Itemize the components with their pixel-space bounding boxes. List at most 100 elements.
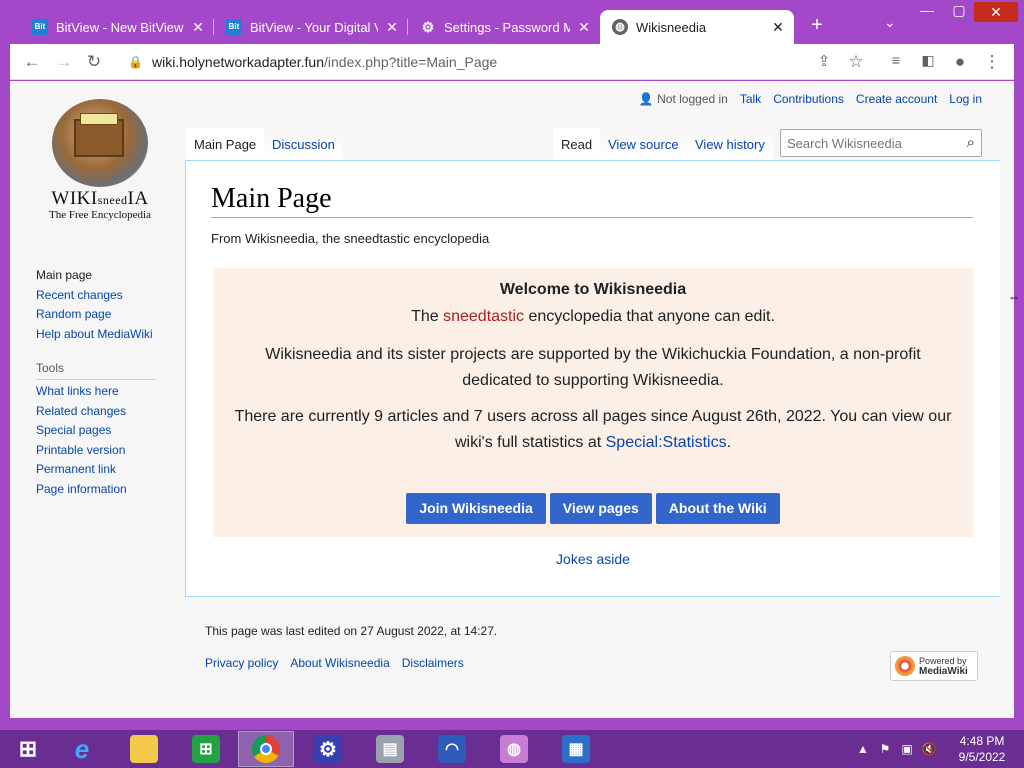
powered-by-mediawiki-badge[interactable]: Powered by MediaWiki	[890, 651, 978, 681]
welcome-box: Welcome to Wikisneedia The sneedtastic e…	[213, 268, 973, 537]
wordmark-small: sneed	[97, 193, 128, 207]
content-area: Main Page From Wikisneedia, the sneedtas…	[185, 160, 1000, 597]
profile-icon[interactable]: ●	[950, 52, 970, 72]
sidebar-item-related-changes[interactable]: Related changes	[36, 402, 166, 422]
sidebar-item-what-links-here[interactable]: What links here	[36, 382, 166, 402]
window-close-icon[interactable]: ✕	[974, 2, 1018, 22]
database-icon: ◍	[500, 735, 528, 763]
about-the-wiki-button[interactable]: About the Wiki	[655, 493, 780, 524]
browser-tab-1[interactable]: Bit BitView - New BitView 2 ✕	[20, 10, 214, 44]
close-icon[interactable]: ✕	[576, 19, 592, 36]
star-icon[interactable]: ☆	[846, 52, 866, 72]
resize-cursor-icon: ⇔	[1008, 290, 1020, 304]
taskbar-ie[interactable]: e	[54, 731, 110, 767]
taskbar-store[interactable]: ⊞	[178, 731, 234, 767]
join-wikisneedia-button[interactable]: Join Wikisneedia	[406, 493, 546, 524]
browser-tab-3[interactable]: ⚙ Settings - Password Man ✕	[408, 10, 600, 44]
jokes-aside-link[interactable]: Jokes aside	[186, 551, 1000, 567]
about-wikisneedia-link[interactable]: About Wikisneedia	[290, 656, 389, 670]
tab-main-page[interactable]: Main Page	[186, 128, 265, 161]
logo-sign	[80, 113, 118, 125]
privacy-policy-link[interactable]: Privacy policy	[205, 656, 278, 670]
windows-taskbar: ⊞ e ⊞ ⚙ ▤ ◠ ◍ ▦ ▲ ⚑ ▣ 🔇 4:48 PM 9/5/2022	[0, 730, 1024, 768]
tab-title: BitView - New BitView 2	[56, 19, 184, 35]
tab-read[interactable]: Read	[553, 128, 601, 161]
disclaimers-link[interactable]: Disclaimers	[402, 656, 464, 670]
close-icon[interactable]: ✕	[190, 19, 206, 36]
forward-icon[interactable]: →	[54, 52, 74, 72]
gear-icon: ⚙	[314, 735, 342, 763]
url-host: wiki.holynetworkadapter.fun	[152, 54, 324, 70]
sidebar-item-page-information[interactable]: Page information	[36, 480, 166, 500]
taskbar-app[interactable]: ▤	[362, 731, 418, 767]
taskbar-document[interactable]: ▦	[548, 731, 604, 767]
browser-tab-2[interactable]: Bit BitView - Your Digital Vi ✕	[214, 10, 408, 44]
search-input[interactable]: Search Wikisneedia ⌕	[780, 129, 982, 157]
line3-post: .	[726, 434, 732, 451]
maximize-icon[interactable]: ▢	[944, 2, 974, 19]
sidebar-item-permanent-link[interactable]: Permanent link	[36, 460, 166, 480]
personal-tools: 👤 Not logged in Talk Contributions Creat…	[639, 92, 982, 106]
log-in-link[interactable]: Log in	[949, 92, 982, 106]
bitview-icon: Bit	[226, 19, 242, 35]
system-tray: ▲ ⚑ ▣ 🔇 4:48 PM 9/5/2022	[852, 730, 1024, 768]
contributions-link[interactable]: Contributions	[773, 92, 844, 106]
view-pages-button[interactable]: View pages	[549, 493, 652, 524]
new-tab-icon[interactable]: +	[806, 14, 828, 37]
chevron-up-icon[interactable]: ▲	[852, 742, 874, 756]
welcome-line-1: The sneedtastic encyclopedia that anyone…	[213, 308, 973, 326]
windows-logo-icon: ⊞	[18, 736, 38, 761]
bitview-icon: Bit	[32, 19, 48, 35]
tab-title: Settings - Password Man	[444, 19, 570, 35]
side-panel-icon[interactable]: ◧	[918, 52, 938, 69]
network-icon[interactable]: ▣	[896, 742, 918, 756]
sidebar-item-help[interactable]: Help about MediaWiki	[36, 325, 166, 345]
gear-icon: ⚙	[421, 19, 435, 35]
media-control-icon[interactable]: ≡	[886, 52, 906, 68]
page-subtitle: From Wikisneedia, the sneedtastic encycl…	[211, 231, 490, 246]
sidebar-item-random-page[interactable]: Random page	[36, 305, 166, 325]
sidebar-item-main-page[interactable]: Main page	[36, 266, 166, 286]
powered-by-line2: MediaWiki	[919, 665, 968, 677]
user-icon: 👤	[638, 92, 654, 106]
tab-view-source[interactable]: View source	[600, 128, 687, 161]
sidebar-item-printable-version[interactable]: Printable version	[36, 441, 166, 461]
browser-tab-active[interactable]: ◍ Wikisneedia ✕	[600, 10, 794, 44]
reload-icon[interactable]: ↻	[84, 52, 104, 72]
tab-view-history[interactable]: View history	[687, 128, 773, 161]
taskbar-chrome[interactable]	[238, 731, 294, 767]
sidebar-item-recent-changes[interactable]: Recent changes	[36, 286, 166, 306]
volume-muted-icon[interactable]: 🔇	[918, 742, 940, 756]
menu-icon[interactable]: ⋮	[982, 52, 1002, 72]
address-bar[interactable]: 🔒 wiki.holynetworkadapter.fun/index.php?…	[128, 50, 848, 74]
sidebar-item-special-pages[interactable]: Special pages	[36, 421, 166, 441]
page-title: Main Page	[211, 183, 973, 218]
statistics-link[interactable]: Special:Statistics	[606, 434, 727, 451]
folder-icon	[130, 735, 158, 763]
internet-explorer-icon: e	[74, 733, 90, 764]
browser-window: Bit BitView - New BitView 2 ✕ Bit BitVie…	[0, 0, 1024, 730]
welcome-line-2: Wikisneedia and its sister projects are …	[265, 346, 921, 389]
talk-link[interactable]: Talk	[740, 92, 761, 106]
flag-icon[interactable]: ⚑	[874, 742, 896, 756]
line3-pre: There are currently 9 articles and 7 use…	[234, 408, 952, 451]
share-icon[interactable]: ⇪	[814, 52, 834, 70]
wiki-logo[interactable]	[52, 99, 148, 187]
taskbar-database[interactable]: ◍	[486, 731, 542, 767]
chevron-down-icon[interactable]: ⌄	[884, 14, 896, 31]
start-button[interactable]: ⊞	[0, 731, 56, 767]
taskbar-settings[interactable]: ⚙	[300, 731, 356, 767]
back-icon[interactable]: ←	[22, 52, 42, 72]
taskbar-browser[interactable]: ◠	[424, 731, 480, 767]
clock[interactable]: 4:48 PM 9/5/2022	[940, 733, 1024, 765]
create-account-link[interactable]: Create account	[856, 92, 937, 106]
minimize-icon[interactable]: —	[912, 2, 942, 18]
tab-discussion[interactable]: Discussion	[264, 128, 343, 161]
sneedtastic-link[interactable]: sneedtastic	[443, 308, 524, 325]
chrome-center-icon	[260, 743, 272, 755]
close-icon[interactable]: ✕	[770, 19, 786, 36]
taskbar-explorer[interactable]	[116, 731, 172, 767]
close-icon[interactable]: ✕	[384, 19, 400, 36]
search-icon[interactable]: ⌕	[967, 134, 975, 151]
tab-title: Wikisneedia	[636, 19, 707, 35]
